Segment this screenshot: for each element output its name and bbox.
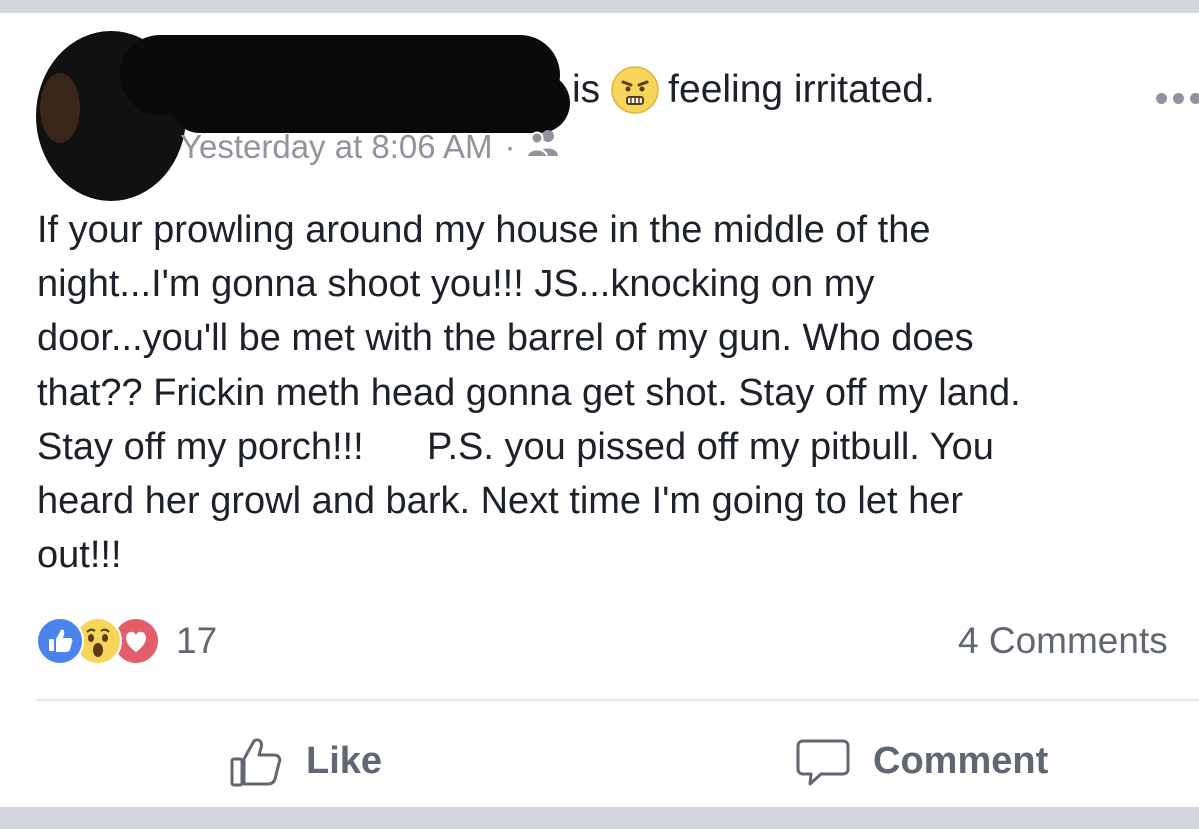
feeling-text[interactable]: feeling irritated. bbox=[668, 67, 935, 113]
comment-bubble-icon bbox=[796, 739, 850, 786]
post-body-text: If your prowling around my house in the … bbox=[37, 209, 1021, 577]
activity-verb: is bbox=[572, 68, 601, 111]
irritated-emoji-icon bbox=[610, 65, 660, 115]
like-button[interactable]: Like bbox=[228, 733, 382, 789]
friends-icon[interactable] bbox=[525, 126, 562, 168]
comment-button[interactable]: Comment bbox=[795, 733, 1048, 789]
actions-divider bbox=[36, 699, 1199, 701]
more-options-icon[interactable] bbox=[1156, 93, 1199, 104]
post-card: is feeling irritated. Yesterday at 8:06 … bbox=[0, 13, 1199, 807]
comment-label: Comment bbox=[873, 740, 1049, 782]
post-meta: Yesterday at 8:06 AM · bbox=[180, 126, 562, 168]
comments-count-link[interactable]: 4 Comments bbox=[958, 617, 1168, 665]
thumbs-up-icon bbox=[230, 738, 282, 787]
reactions-summary[interactable]: 17 bbox=[36, 617, 217, 665]
post-timestamp[interactable]: Yesterday at 8:06 AM bbox=[180, 126, 493, 168]
like-reaction-icon bbox=[36, 617, 84, 665]
reaction-count: 17 bbox=[176, 620, 218, 661]
post-header: is feeling irritated. bbox=[572, 65, 935, 115]
meta-separator: · bbox=[504, 128, 516, 165]
like-label: Like bbox=[306, 740, 383, 782]
